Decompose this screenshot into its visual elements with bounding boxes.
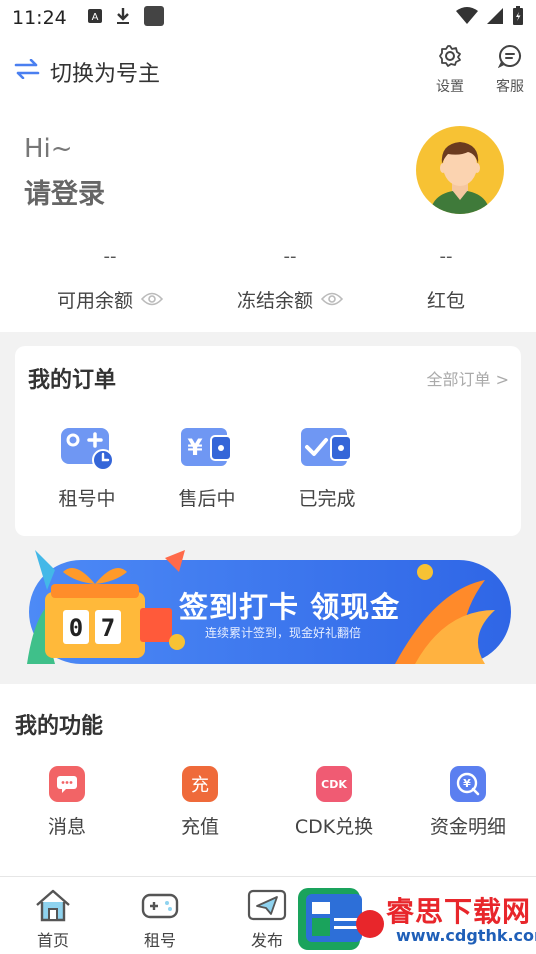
- login-link[interactable]: 请登录: [24, 172, 105, 211]
- tab-rent-label: 租号: [143, 931, 176, 950]
- message-icon: [49, 766, 85, 802]
- fund-detail-icon: ¥: [450, 766, 486, 802]
- chat-bubble-icon: [490, 44, 530, 72]
- func-fund-details[interactable]: ¥ 资金明细: [403, 766, 533, 839]
- tab-home-label: 首页: [36, 931, 69, 950]
- signal-icon: [486, 7, 504, 30]
- func-cdk-redeem[interactable]: CDK CDK兑换: [269, 766, 399, 839]
- top-bar: 切换为号主 设置 客服: [0, 36, 536, 106]
- order-after-sale-label: 售后中: [178, 488, 236, 510]
- tab-rent[interactable]: 租号: [130, 887, 190, 951]
- red-packet-value: --: [439, 246, 453, 267]
- eye-icon[interactable]: [140, 289, 164, 311]
- my-functions-section: 我的功能 消息 充 充值 CDK CDK兑换 ¥ 资金明细: [0, 684, 536, 876]
- available-balance-value: --: [103, 246, 117, 267]
- keyboard-a-icon: A: [87, 7, 103, 29]
- status-bar: 11:24 A: [0, 0, 536, 36]
- counter-digit: 0: [68, 614, 84, 642]
- check-wallet-icon: [277, 424, 377, 472]
- order-after-sale[interactable]: ¥ 售后中: [157, 424, 257, 511]
- func-fund-label: 资金明细: [429, 816, 506, 838]
- func-cdk-label: CDK兑换: [294, 816, 374, 838]
- functions-title: 我的功能: [15, 714, 104, 739]
- frozen-balance-value: --: [283, 246, 297, 267]
- banner-headline: 签到打卡 领现金: [179, 590, 401, 624]
- swap-arrows-icon: [14, 58, 40, 85]
- recharge-icon-text: 充: [191, 775, 209, 796]
- wifi-icon: [456, 7, 478, 30]
- cdk-icon-text: CDK: [321, 777, 347, 791]
- banner-subtext: 连续累计签到，现金好礼翻倍: [205, 626, 362, 640]
- status-time: 11:24: [12, 7, 67, 29]
- func-messages-label: 消息: [47, 816, 86, 838]
- order-renting-label: 租号中: [58, 488, 116, 510]
- order-renting[interactable]: 租号中: [37, 424, 137, 511]
- tab-home[interactable]: 首页: [23, 887, 83, 951]
- tab-publish[interactable]: 发布: [237, 887, 297, 951]
- switch-role-label: 切换为号主: [50, 62, 161, 87]
- red-packet-label: 红包: [426, 290, 465, 312]
- order-completed-label: 已完成: [298, 488, 356, 510]
- send-icon: [237, 887, 297, 923]
- frozen-balance-label: 冻结余额: [236, 290, 313, 312]
- watermark-logo: 睿思下载网 www.cdgthk.com: [296, 884, 536, 954]
- app-square-icon: [143, 5, 165, 32]
- battery-icon: [512, 6, 524, 31]
- yen-wallet-icon: ¥: [157, 424, 257, 472]
- checkin-banner[interactable]: 0 7 签到打卡 领现金 连续累计签到，现金好礼翻倍: [15, 550, 521, 672]
- svg-text:¥: ¥: [187, 436, 203, 461]
- available-balance[interactable]: -- 可用余额: [20, 246, 200, 313]
- recharge-icon: 充: [182, 766, 218, 802]
- func-recharge[interactable]: 充 充值: [135, 766, 265, 839]
- tab-publish-label: 发布: [250, 931, 283, 950]
- gamepad-clock-icon: [37, 424, 137, 472]
- svg-text:A: A: [91, 12, 98, 23]
- eye-icon[interactable]: [320, 289, 344, 311]
- counter-digit: 7: [100, 614, 116, 642]
- gamepad-icon: [130, 887, 190, 923]
- all-orders-link[interactable]: 全部订单 >: [427, 366, 510, 390]
- func-messages[interactable]: 消息: [2, 766, 132, 839]
- red-packet[interactable]: -- 红包: [356, 246, 536, 313]
- my-orders-card: 我的订单 全部订单 > 租号中 ¥ 售后中 已完成: [15, 346, 521, 536]
- gear-icon: [430, 44, 470, 72]
- customer-service-button[interactable]: 客服: [490, 44, 530, 96]
- svg-text:¥: ¥: [463, 777, 471, 790]
- settings-label: 设置: [436, 79, 464, 95]
- watermark-text: 睿思下载网: [386, 895, 532, 928]
- settings-button[interactable]: 设置: [430, 44, 470, 96]
- orders-title: 我的订单: [28, 368, 117, 393]
- service-label: 客服: [496, 79, 524, 95]
- profile-section: Hi~ 请登录 -- 可用余额 -- 冻结余额 -- 红包: [0, 106, 536, 332]
- cdk-icon: CDK: [316, 766, 352, 802]
- frozen-balance[interactable]: -- 冻结余额: [200, 246, 380, 313]
- switch-role-button[interactable]: 切换为号主: [14, 56, 160, 88]
- download-icon: [115, 7, 131, 30]
- avatar[interactable]: [416, 126, 504, 214]
- order-completed[interactable]: 已完成: [277, 424, 377, 511]
- home-icon: [23, 887, 83, 923]
- banner-counter: 0 7: [63, 614, 121, 642]
- greeting-text: Hi~: [24, 134, 73, 164]
- func-recharge-label: 充值: [180, 816, 219, 838]
- available-balance-label: 可用余额: [56, 290, 133, 312]
- watermark-url: www.cdgthk.com: [396, 926, 536, 945]
